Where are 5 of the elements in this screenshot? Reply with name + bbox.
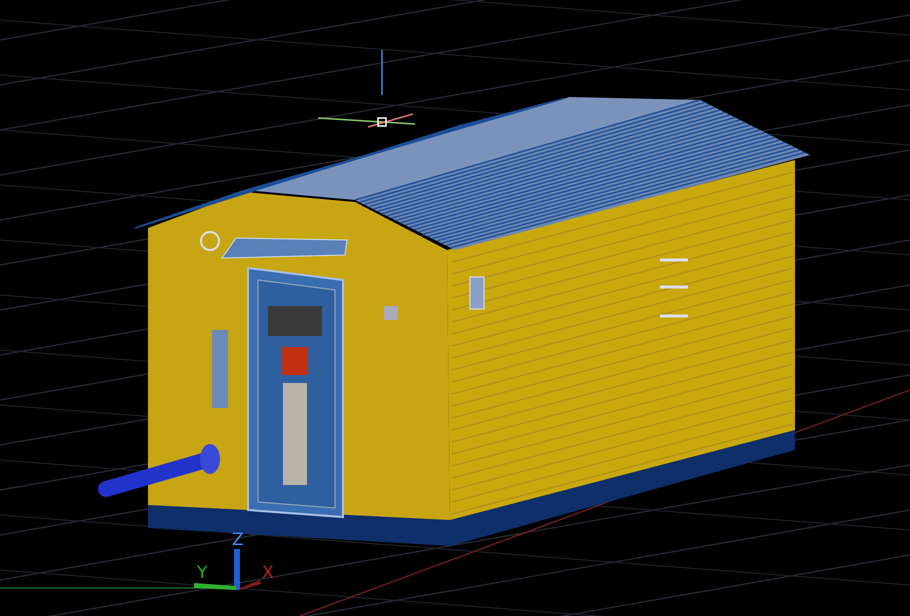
axis-label: X [262,563,274,583]
axis-label: Z [232,530,244,550]
ucs-axes-icon [194,549,261,590]
axis-label: Y [197,563,208,583]
crosshair-cursor-icon [318,50,416,128]
